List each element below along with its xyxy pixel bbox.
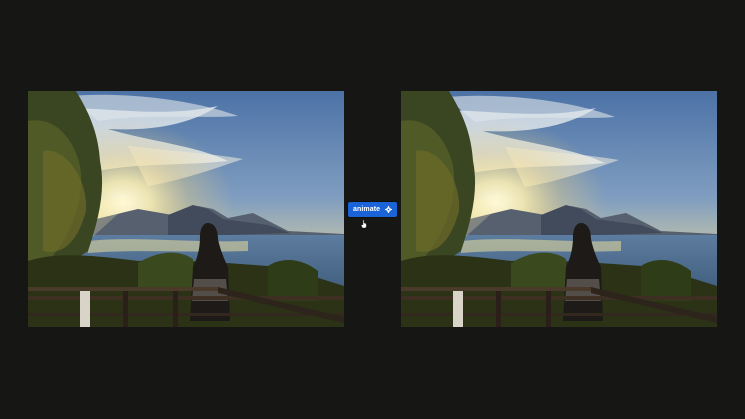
gear-icon bbox=[385, 206, 392, 213]
hand-pointer-icon bbox=[361, 220, 367, 228]
original-photo-panel bbox=[28, 91, 344, 327]
sunset-lake-photo bbox=[28, 91, 344, 327]
animated-photo-panel bbox=[401, 91, 717, 327]
animate-button[interactable]: animate bbox=[348, 202, 397, 217]
animate-button-label: animate bbox=[353, 206, 381, 213]
sunset-lake-photo bbox=[401, 91, 717, 327]
editor-canvas: animate bbox=[0, 0, 745, 419]
